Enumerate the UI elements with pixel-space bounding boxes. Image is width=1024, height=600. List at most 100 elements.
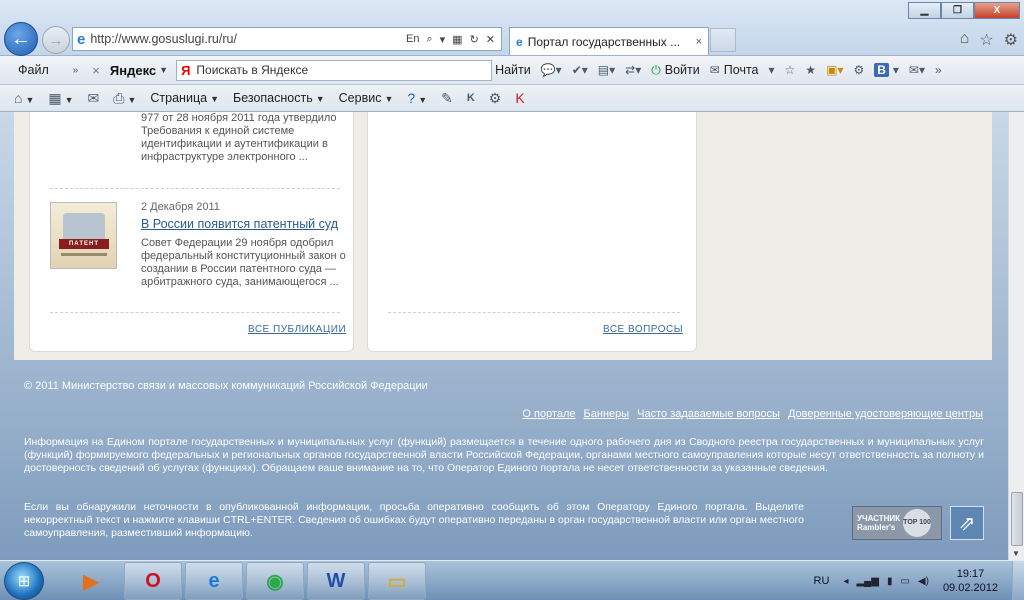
mail-icon[interactable]: ✉: [710, 63, 720, 77]
minimize-button[interactable]: ▁: [908, 2, 941, 19]
settings-gear-icon[interactable]: ⚙: [489, 90, 502, 107]
scrollbar-thumb[interactable]: [1011, 492, 1023, 546]
settings-gear-icon[interactable]: ⚙: [853, 63, 864, 77]
image-stripe: [61, 253, 107, 256]
rss-feed-icon[interactable]: ▦ ▼: [48, 90, 73, 107]
chevron-down-icon[interactable]: ▾: [893, 63, 899, 77]
news-body: Совет Федерации 29 ноября одобрил федера…: [141, 237, 346, 288]
browser-tab[interactable]: e Портал государственных ... ×: [509, 27, 709, 55]
news-snippet-previous: 977 от 28 ноября 2011 года утвердило Тре…: [141, 112, 337, 163]
close-window-button[interactable]: X: [974, 2, 1020, 19]
settings-gear-icon[interactable]: ⚙: [1004, 30, 1018, 50]
yandex-bar-close-button[interactable]: ×: [92, 63, 100, 78]
language-indicator[interactable]: RU: [814, 575, 830, 587]
footer-link-certificates[interactable]: Доверенные удостоверяющие центры: [788, 408, 983, 420]
content-panel: 977 от 28 ноября 2011 года утвердило Тре…: [14, 112, 992, 360]
chrome-icon[interactable]: ◉: [246, 562, 304, 600]
stop-icon[interactable]: ✕: [486, 33, 495, 46]
yandex-logo[interactable]: Яндекс: [110, 63, 156, 78]
command-bar: ⌂ ▼ ▦ ▼ ✉ ⎙ ▼ Страница ▼ Безопасность ▼ Серви…: [0, 85, 1024, 112]
language-toggle-icon[interactable]: En: [406, 33, 419, 46]
vkontakte-icon[interactable]: B: [874, 63, 889, 77]
internet-explorer-icon[interactable]: e: [185, 562, 243, 600]
read-mail-icon[interactable]: ✉: [88, 90, 100, 107]
news-date: 2 Декабря 2011: [141, 201, 220, 213]
yandex-search-input[interactable]: Я Поискать в Яндексе: [176, 59, 493, 81]
help-icon[interactable]: ? ▼: [407, 90, 427, 106]
tab-title: Портал государственных ...: [527, 34, 681, 49]
footer-link-faq[interactable]: Часто задаваемые вопросы: [637, 408, 780, 420]
home-icon[interactable]: ⌂: [960, 30, 970, 50]
address-bar[interactable]: e http://www.gosuslugi.ru/ru/ En ⌕ ▾ ▦ ↻…: [72, 27, 502, 51]
patent-label: ПАТЕНТ: [59, 239, 109, 249]
translate-icon[interactable]: ▤▾: [598, 63, 615, 77]
vertical-scrollbar[interactable]: ▼: [1008, 112, 1024, 560]
home-icon[interactable]: ⌂ ▼: [14, 90, 34, 106]
chat-bubble-icon[interactable]: 💬▾: [541, 63, 562, 77]
page-content: 977 от 28 ноября 2011 года утвердило Тре…: [0, 112, 1008, 560]
volume-icon[interactable]: ◀): [918, 576, 929, 587]
yandex-search-placeholder: Поискать в Яндексе: [196, 63, 309, 77]
chevron-down-icon[interactable]: ▾: [769, 63, 775, 77]
back-button[interactable]: ←: [4, 22, 38, 56]
rambler-top100-counter[interactable]: УЧАСТНИК Rambler's TOP 100: [852, 506, 942, 540]
opera-icon[interactable]: O: [124, 562, 182, 600]
battery-icon[interactable]: ▮: [887, 576, 893, 587]
mail-link[interactable]: Почта: [724, 63, 759, 77]
more-chevron-icon[interactable]: »: [935, 63, 942, 77]
media-player-icon[interactable]: ▶: [62, 562, 120, 600]
word-icon[interactable]: W: [307, 562, 365, 600]
clock[interactable]: 19:17 09.02.2012: [943, 567, 998, 595]
refresh-icon[interactable]: ↻: [470, 33, 479, 46]
search-icon[interactable]: ⌕: [426, 33, 432, 46]
login-icon[interactable]: ⏻: [651, 63, 661, 78]
all-questions-link[interactable]: ВСЕ ВОПРОСЫ: [603, 324, 683, 335]
new-tab-button[interactable]: [710, 28, 736, 52]
k-addon-icon[interactable]: K: [467, 92, 475, 104]
footer-link-about[interactable]: О портале: [522, 408, 575, 420]
menu-overflow-chevron[interactable]: »: [73, 65, 79, 76]
text-tools-icon[interactable]: ⇄▾: [625, 63, 641, 77]
compat-view-icon[interactable]: ▦: [452, 33, 462, 46]
monitor-icon[interactable]: ▭: [900, 576, 909, 587]
arrow-right-icon: →: [48, 31, 64, 49]
footer-link-banners[interactable]: Баннеры: [584, 408, 630, 420]
patent-news-image[interactable]: ПАТЕНТ: [50, 202, 117, 269]
news-title-link[interactable]: В России появится патентный суд: [141, 217, 338, 231]
scroll-down-arrow-icon[interactable]: ▼: [1012, 549, 1020, 558]
tray-expand-icon[interactable]: ◂: [843, 576, 848, 587]
network-signal-icon[interactable]: ▂▄▆: [856, 576, 878, 587]
all-publications-link[interactable]: ВСЕ ПУБЛИКАЦИИ: [248, 324, 346, 335]
menu-file[interactable]: Файл: [18, 63, 49, 77]
arrow-left-icon: ←: [11, 27, 31, 50]
security-menu[interactable]: Безопасность ▼: [233, 91, 325, 105]
show-desktop-button[interactable]: [1012, 561, 1024, 600]
antivirus-icon[interactable]: K: [515, 90, 524, 106]
ie-favicon-icon: e: [77, 30, 86, 48]
forward-button[interactable]: →: [42, 26, 70, 54]
maximize-button[interactable]: ❐: [941, 2, 974, 19]
favorites-add-icon[interactable]: ★: [805, 63, 816, 77]
external-link-icon[interactable]: ⇗: [950, 506, 984, 540]
add-bookmark-icon[interactable]: ☆: [785, 63, 796, 77]
yandex-find-button[interactable]: Найти: [495, 63, 531, 77]
login-link[interactable]: Войти: [665, 63, 700, 77]
favorites-star-icon[interactable]: ☆: [979, 30, 993, 50]
chevron-down-icon[interactable]: ▼: [159, 65, 168, 75]
tab-close-button[interactable]: ×: [696, 36, 702, 48]
print-icon[interactable]: ⎙ ▼: [113, 90, 136, 107]
security-shield-icon[interactable]: ▣▾: [826, 63, 843, 77]
service-menu[interactable]: Сервис ▼: [339, 91, 394, 105]
spellcheck-icon[interactable]: ✔▾: [572, 63, 588, 77]
divider: [50, 188, 340, 189]
dropdown-icon[interactable]: ▾: [440, 33, 446, 46]
explorer-folder-icon[interactable]: ▭: [368, 562, 426, 600]
envelope-icon[interactable]: ✉▾: [909, 63, 925, 77]
start-button[interactable]: ⊞: [4, 562, 44, 600]
clock-date: 09.02.2012: [942, 582, 998, 594]
page-menu[interactable]: Страница ▼: [150, 91, 219, 105]
research-icon[interactable]: ✎: [441, 90, 453, 107]
rambler-line1: УЧАСТНИК: [857, 514, 901, 523]
rambler-line2: Rambler's: [857, 523, 896, 532]
address-url[interactable]: http://www.gosuslugi.ru/ru/: [90, 32, 406, 46]
